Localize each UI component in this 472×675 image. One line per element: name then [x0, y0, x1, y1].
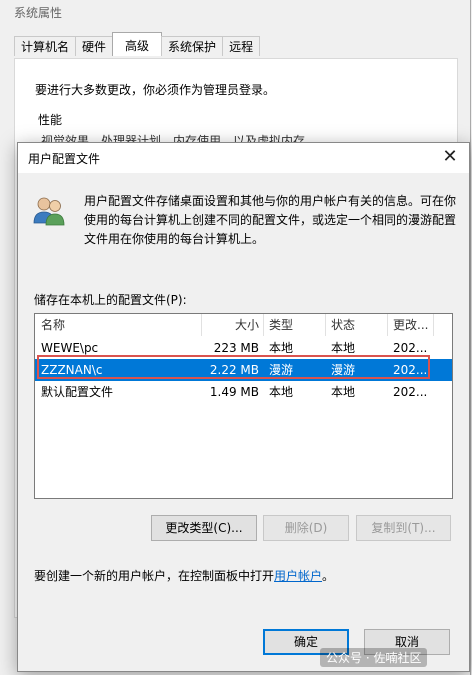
table-row[interactable]: WEWE\pc 223 MB 本地 本地 202... [35, 337, 452, 359]
admin-note: 要进行大多数更改，你必须作为管理员登录。 [35, 83, 276, 97]
column-header-modified[interactable]: 更改... [393, 314, 433, 336]
profile-modified: 202... [393, 363, 428, 377]
table-row[interactable]: 默认配置文件 1.49 MB 本地 本地 202... [35, 381, 452, 403]
footer-period: 。 [322, 569, 335, 583]
column-divider[interactable] [201, 314, 202, 336]
footer-text: 要创建一个新的用户帐户，在控制面板中打开 [34, 569, 275, 583]
tab-strip: 计算机名 硬件 高级 系统保护 远程 [14, 32, 261, 58]
profile-modified: 202... [393, 385, 428, 399]
profiles-list-label: 储存在本机上的配置文件(P): [34, 293, 187, 307]
profile-name: ZZZNAN\c [41, 363, 103, 377]
intro-text: 用户配置文件存储桌面设置和其他与你的用户帐户有关的信息。可在你使用的每台计算机上… [84, 194, 457, 246]
column-header-status[interactable]: 状态 [331, 314, 387, 336]
dialog-title: 用户配置文件 [28, 152, 101, 166]
list-header: 名称 大小 类型 状态 更改... [35, 314, 452, 336]
change-type-button[interactable]: 更改类型(C)... [151, 515, 257, 541]
profile-size: 1.49 MB [209, 385, 259, 399]
table-row-selected[interactable]: ZZZNAN\c 2.22 MB 漫游 漫游 202... [35, 359, 452, 381]
column-divider[interactable] [387, 314, 388, 336]
system-properties-title: 系统属性 [14, 6, 63, 20]
watermark: 公众号 · 佐喃社区 [320, 648, 428, 667]
tab-computer-name[interactable]: 计算机名 [14, 36, 77, 56]
profile-modified: 202... [393, 341, 428, 355]
users-icon [33, 197, 65, 226]
tab-advanced[interactable]: 高级 [112, 32, 163, 56]
column-divider[interactable] [325, 314, 326, 336]
close-icon[interactable]: ✕ [441, 147, 459, 167]
profile-status: 本地 [331, 385, 356, 399]
profiles-list[interactable]: 名称 大小 类型 状态 更改... WEWE\pc 223 MB 本地 本地 2… [34, 313, 453, 499]
tab-hardware[interactable]: 硬件 [75, 36, 114, 56]
column-divider[interactable] [263, 314, 264, 336]
column-header-name[interactable]: 名称 [41, 314, 201, 336]
tab-system-protection[interactable]: 系统保护 [161, 36, 224, 56]
profile-type: 本地 [269, 385, 294, 399]
tab-remote[interactable]: 远程 [222, 36, 261, 56]
column-divider[interactable] [433, 314, 434, 336]
profile-type: 漫游 [269, 363, 294, 377]
profile-type: 本地 [269, 341, 294, 355]
performance-group-label: 性能 [38, 113, 63, 127]
column-header-type[interactable]: 类型 [269, 314, 325, 336]
profile-name: 默认配置文件 [41, 385, 114, 399]
profile-status: 漫游 [331, 363, 356, 377]
profile-size: 2.22 MB [209, 363, 259, 377]
user-profiles-dialog: 用户配置文件 ✕ 用户配置文件存储桌面设置和其他与你的用户帐户有关的信息。可在你… [17, 142, 470, 672]
copy-to-button[interactable]: 复制到(T)... [356, 515, 451, 541]
profile-name: WEWE\pc [41, 341, 99, 355]
profile-status: 本地 [331, 341, 356, 355]
profile-size: 223 MB [213, 341, 259, 355]
dialog-titlebar: 用户配置文件 ✕ [18, 143, 469, 173]
footer-note: 要创建一个新的用户帐户，在控制面板中打开用户帐户。 [34, 567, 334, 584]
user-accounts-link[interactable]: 用户帐户 [274, 569, 322, 583]
column-header-size[interactable]: 大小 [203, 314, 259, 336]
delete-button[interactable]: 删除(D) [263, 515, 349, 541]
